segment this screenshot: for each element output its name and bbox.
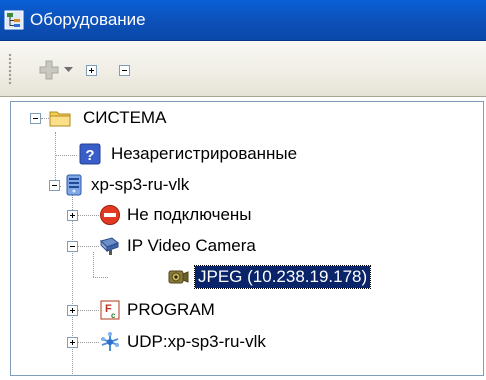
equipment-tree[interactable]: СИСТЕМА ? Незарегистрированные xp-sp3-ru… — [10, 101, 484, 376]
tree-expander-program[interactable] — [67, 305, 78, 316]
svg-text:?: ? — [85, 147, 94, 164]
camera-icon — [100, 237, 119, 255]
tree-node-udp[interactable]: UDP:xp-sp3-ru-vlk — [127, 331, 266, 353]
server-icon — [66, 174, 82, 196]
program-icon: F c — [100, 300, 120, 320]
tree-expander-not-connected[interactable] — [67, 210, 78, 221]
window-title: Оборудование — [30, 10, 146, 29]
tree-node-server[interactable]: xp-sp3-ru-vlk — [91, 174, 189, 196]
tree-expander-ip-camera[interactable] — [67, 241, 78, 252]
tree-expander-udp[interactable] — [67, 337, 78, 348]
no-entry-icon — [100, 205, 120, 225]
svg-text:c: c — [111, 311, 116, 320]
chevron-down-icon[interactable] — [64, 67, 73, 73]
network-icon — [101, 332, 119, 351]
tree-node-program[interactable]: PROGRAM — [127, 299, 215, 321]
collapse-all-icon[interactable] — [119, 65, 130, 76]
tree-expander-root[interactable] — [30, 113, 41, 124]
tree-node-ip-camera[interactable]: IP Video Camera — [127, 235, 256, 257]
add-plus-icon[interactable] — [38, 59, 60, 81]
hardware-tree-icon — [4, 10, 24, 30]
toolbar — [0, 41, 486, 97]
window-title-bar: Оборудование — [0, 0, 486, 41]
tree-expander-server[interactable] — [49, 180, 60, 191]
tree-node-root[interactable]: СИСТЕМА — [83, 107, 166, 129]
tree-node-jpeg[interactable]: JPEG (10.238.19.178) — [193, 265, 372, 289]
camera-device-icon — [168, 270, 189, 284]
expand-all-icon[interactable] — [86, 65, 97, 76]
question-icon: ? — [79, 143, 101, 165]
folder-icon — [49, 111, 71, 127]
tree-node-unregistered[interactable]: Незарегистрированные — [111, 143, 297, 165]
tree-node-not-connected[interactable]: Не подключены — [127, 204, 252, 226]
toolbar-grip[interactable] — [8, 53, 12, 85]
